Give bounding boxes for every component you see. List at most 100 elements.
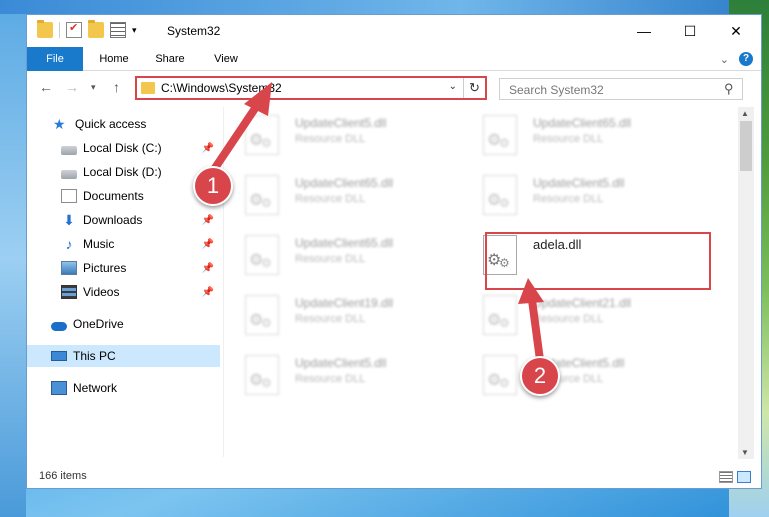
file-type: Resource DLL bbox=[533, 133, 604, 145]
search-icon[interactable]: ⚲ bbox=[724, 81, 734, 97]
file-item[interactable]: UpdateClient5.dll Resource DLL bbox=[237, 111, 467, 161]
dll-file-icon bbox=[483, 355, 517, 395]
file-item[interactable]: UpdateClient65.dll Resource DLL bbox=[475, 111, 705, 161]
status-bar: 166 items bbox=[27, 465, 761, 489]
new-folder-icon[interactable] bbox=[88, 20, 104, 38]
ribbon-controls: ⌄ ? bbox=[720, 52, 753, 66]
file-highlight-box bbox=[485, 232, 711, 290]
maximize-button[interactable]: ☐ bbox=[667, 15, 713, 47]
title-bar: ▾ System32 — ☐ ✕ bbox=[27, 15, 761, 47]
desktop-background-top bbox=[0, 0, 769, 14]
nav-item-local-disk-c[interactable]: Local Disk (C:) 📌 bbox=[27, 137, 220, 159]
nav-item-videos[interactable]: Videos 📌 bbox=[27, 281, 220, 303]
navigation-pane: ★ Quick access Local Disk (C:) 📌 Local D… bbox=[27, 107, 220, 457]
up-arrow-icon[interactable]: ↑ bbox=[113, 79, 120, 95]
nav-item-label: Documents bbox=[83, 189, 144, 203]
scroll-up-icon[interactable]: ▲ bbox=[741, 109, 749, 118]
file-type: Resource DLL bbox=[295, 193, 366, 205]
nav-item-label: Network bbox=[73, 381, 118, 395]
pin-icon: 📌 bbox=[201, 286, 214, 298]
dll-file-icon bbox=[483, 175, 517, 215]
maximize-icon: ☐ bbox=[683, 22, 697, 39]
explorer-window: ▾ System32 — ☐ ✕ File Home Share View ⌄ … bbox=[26, 14, 762, 489]
tab-home[interactable]: Home bbox=[89, 47, 139, 71]
search-placeholder: Search System32 bbox=[509, 83, 604, 97]
scroll-down-icon[interactable]: ▼ bbox=[741, 448, 749, 457]
properties-check-icon[interactable] bbox=[66, 21, 82, 38]
large-icons-view-icon[interactable] bbox=[737, 471, 751, 483]
file-item[interactable]: UpdateClient5.dll Resource DLL bbox=[237, 351, 467, 401]
file-item[interactable]: UpdateClient5.dll Resource DLL bbox=[475, 171, 705, 221]
callout-step-2: 2 bbox=[520, 356, 560, 396]
folder-icon bbox=[141, 82, 155, 94]
nav-item-label: Videos bbox=[83, 285, 120, 299]
file-item[interactable]: UpdateClient5.dll Resource DLL bbox=[475, 351, 705, 401]
forward-arrow-icon[interactable]: → bbox=[65, 79, 79, 95]
vertical-scrollbar[interactable]: ▲ ▼ bbox=[738, 107, 754, 459]
nav-item-pictures[interactable]: Pictures 📌 bbox=[27, 257, 220, 279]
close-button[interactable]: ✕ bbox=[713, 15, 759, 47]
file-item[interactable]: UpdateClient19.dll Resource DLL bbox=[237, 291, 467, 341]
file-type: Resource DLL bbox=[533, 313, 604, 325]
nav-item-onedrive[interactable]: OneDrive bbox=[27, 313, 220, 335]
pane-divider[interactable] bbox=[223, 107, 224, 457]
file-type: Resource DLL bbox=[295, 313, 366, 325]
drive-icon bbox=[61, 169, 77, 179]
pin-icon: 📌 bbox=[201, 142, 214, 154]
music-icon: ♪ bbox=[65, 236, 73, 252]
customize-toolbar-icon[interactable] bbox=[110, 22, 126, 38]
address-bar[interactable]: C:\Windows\System32 ⌄ ↻ bbox=[135, 76, 487, 100]
nav-item-label: Quick access bbox=[75, 117, 147, 131]
file-type: Resource DLL bbox=[295, 133, 366, 145]
tab-view[interactable]: View bbox=[201, 47, 251, 71]
nav-item-label: This PC bbox=[73, 349, 116, 363]
nav-item-local-disk-d[interactable]: Local Disk (D:) bbox=[27, 161, 220, 183]
recent-locations-icon[interactable]: ▾ bbox=[91, 82, 96, 93]
file-item[interactable]: UpdateClient21.dll Resource DLL bbox=[475, 291, 705, 341]
nav-item-music[interactable]: ♪ Music 📌 bbox=[27, 233, 220, 255]
help-icon[interactable]: ? bbox=[739, 52, 753, 66]
dll-file-icon bbox=[245, 355, 279, 395]
file-type: Resource DLL bbox=[295, 373, 366, 385]
address-path[interactable]: C:\Windows\System32 bbox=[161, 81, 282, 95]
nav-item-network[interactable]: Network bbox=[27, 377, 220, 399]
refresh-icon[interactable]: ↻ bbox=[463, 78, 485, 98]
this-pc-icon bbox=[51, 351, 67, 361]
file-item[interactable]: UpdateClient65.dll Resource DLL bbox=[237, 171, 467, 221]
tab-file[interactable]: File bbox=[27, 47, 83, 71]
dll-file-icon bbox=[483, 295, 517, 335]
nav-item-this-pc[interactable]: This PC bbox=[27, 345, 220, 367]
minimize-icon: — bbox=[637, 23, 651, 39]
expand-ribbon-icon[interactable]: ⌄ bbox=[720, 53, 729, 66]
nav-item-label: OneDrive bbox=[73, 317, 124, 331]
address-row: ← → ▾ ↑ C:\Windows\System32 ⌄ ↻ Search S… bbox=[27, 71, 761, 103]
file-name: UpdateClient19.dll bbox=[295, 296, 394, 310]
search-box[interactable]: Search System32 ⚲ bbox=[499, 78, 743, 100]
file-name: UpdateClient65.dll bbox=[295, 236, 394, 250]
desktop-background-left bbox=[0, 0, 26, 517]
nav-item-downloads[interactable]: ⬇ Downloads 📌 bbox=[27, 209, 220, 231]
file-name: UpdateClient5.dll bbox=[295, 356, 387, 370]
nav-item-documents[interactable]: Documents bbox=[27, 185, 220, 207]
drive-icon bbox=[61, 145, 77, 155]
file-name: UpdateClient5.dll bbox=[533, 176, 625, 190]
view-buttons bbox=[719, 471, 751, 483]
file-item[interactable]: UpdateClient65.dll Resource DLL bbox=[237, 231, 467, 281]
quick-access-toolbar: ▾ bbox=[37, 20, 137, 38]
file-name: UpdateClient65.dll bbox=[533, 116, 632, 130]
address-dropdown-icon[interactable]: ⌄ bbox=[449, 81, 457, 92]
documents-icon bbox=[61, 189, 77, 203]
nav-item-label: Music bbox=[83, 237, 115, 251]
tab-share[interactable]: Share bbox=[145, 47, 195, 71]
back-arrow-icon[interactable]: ← bbox=[39, 79, 53, 95]
ribbon-tabs: File Home Share View ⌄ ? bbox=[27, 47, 761, 71]
file-name: UpdateClient5.dll bbox=[295, 116, 387, 130]
nav-item-quick-access[interactable]: ★ Quick access bbox=[27, 113, 220, 135]
toolbar-dropdown-icon[interactable]: ▾ bbox=[132, 25, 137, 36]
dll-file-icon bbox=[245, 175, 279, 215]
details-view-icon[interactable] bbox=[719, 471, 733, 483]
onedrive-icon bbox=[51, 321, 67, 331]
scroll-thumb[interactable] bbox=[740, 121, 752, 171]
nav-item-label: Local Disk (D:) bbox=[83, 165, 162, 179]
minimize-button[interactable]: — bbox=[621, 15, 667, 47]
